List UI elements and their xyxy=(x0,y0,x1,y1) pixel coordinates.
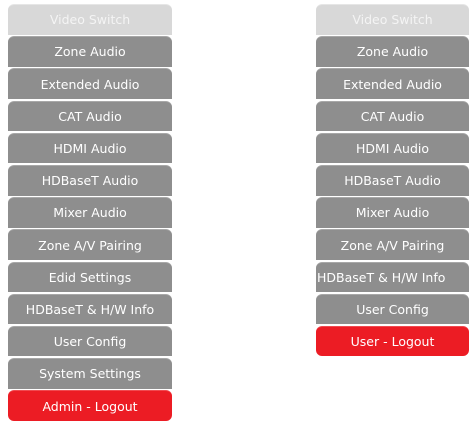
user-logout-button[interactable]: User - Logout xyxy=(316,325,469,357)
nav-zone-audio[interactable]: Zone Audio xyxy=(316,36,469,67)
nav-hdmi-audio[interactable]: HDMI Audio xyxy=(316,132,469,164)
user-nav-menu: Video Switch Zone Audio Extended Audio C… xyxy=(316,4,469,358)
nav-mixer-audio[interactable]: Mixer Audio xyxy=(8,197,172,228)
nav-hdbaset-hw-info[interactable]: HDBaseT & H/W Info xyxy=(316,261,469,293)
nav-video-switch[interactable]: Video Switch xyxy=(8,4,172,35)
nav-hdbaset-audio[interactable]: HDBaseT Audio xyxy=(8,164,172,196)
nav-zone-audio[interactable]: Zone Audio xyxy=(8,36,172,67)
nav-mixer-audio[interactable]: Mixer Audio xyxy=(316,197,469,228)
nav-hdmi-audio[interactable]: HDMI Audio xyxy=(8,132,172,164)
nav-zone-av-pairing[interactable]: Zone A/V Pairing xyxy=(8,229,172,260)
nav-user-config[interactable]: User Config xyxy=(316,293,469,325)
nav-cat-audio[interactable]: CAT Audio xyxy=(8,100,172,132)
nav-system-settings[interactable]: System Settings xyxy=(8,358,172,389)
nav-hdbaset-audio[interactable]: HDBaseT Audio xyxy=(316,164,469,196)
nav-edid-settings[interactable]: Edid Settings xyxy=(8,261,172,293)
nav-hdbaset-hw-info[interactable]: HDBaseT & H/W Info xyxy=(8,293,172,325)
nav-extended-audio[interactable]: Extended Audio xyxy=(8,68,172,99)
nav-zone-av-pairing[interactable]: Zone A/V Pairing xyxy=(316,229,469,260)
admin-logout-button[interactable]: Admin - Logout xyxy=(8,390,172,421)
nav-user-config[interactable]: User Config xyxy=(8,325,172,357)
admin-nav-menu: Video Switch Zone Audio Extended Audio C… xyxy=(8,4,172,422)
nav-cat-audio[interactable]: CAT Audio xyxy=(316,100,469,132)
nav-video-switch[interactable]: Video Switch xyxy=(316,4,469,35)
nav-extended-audio[interactable]: Extended Audio xyxy=(316,68,469,99)
